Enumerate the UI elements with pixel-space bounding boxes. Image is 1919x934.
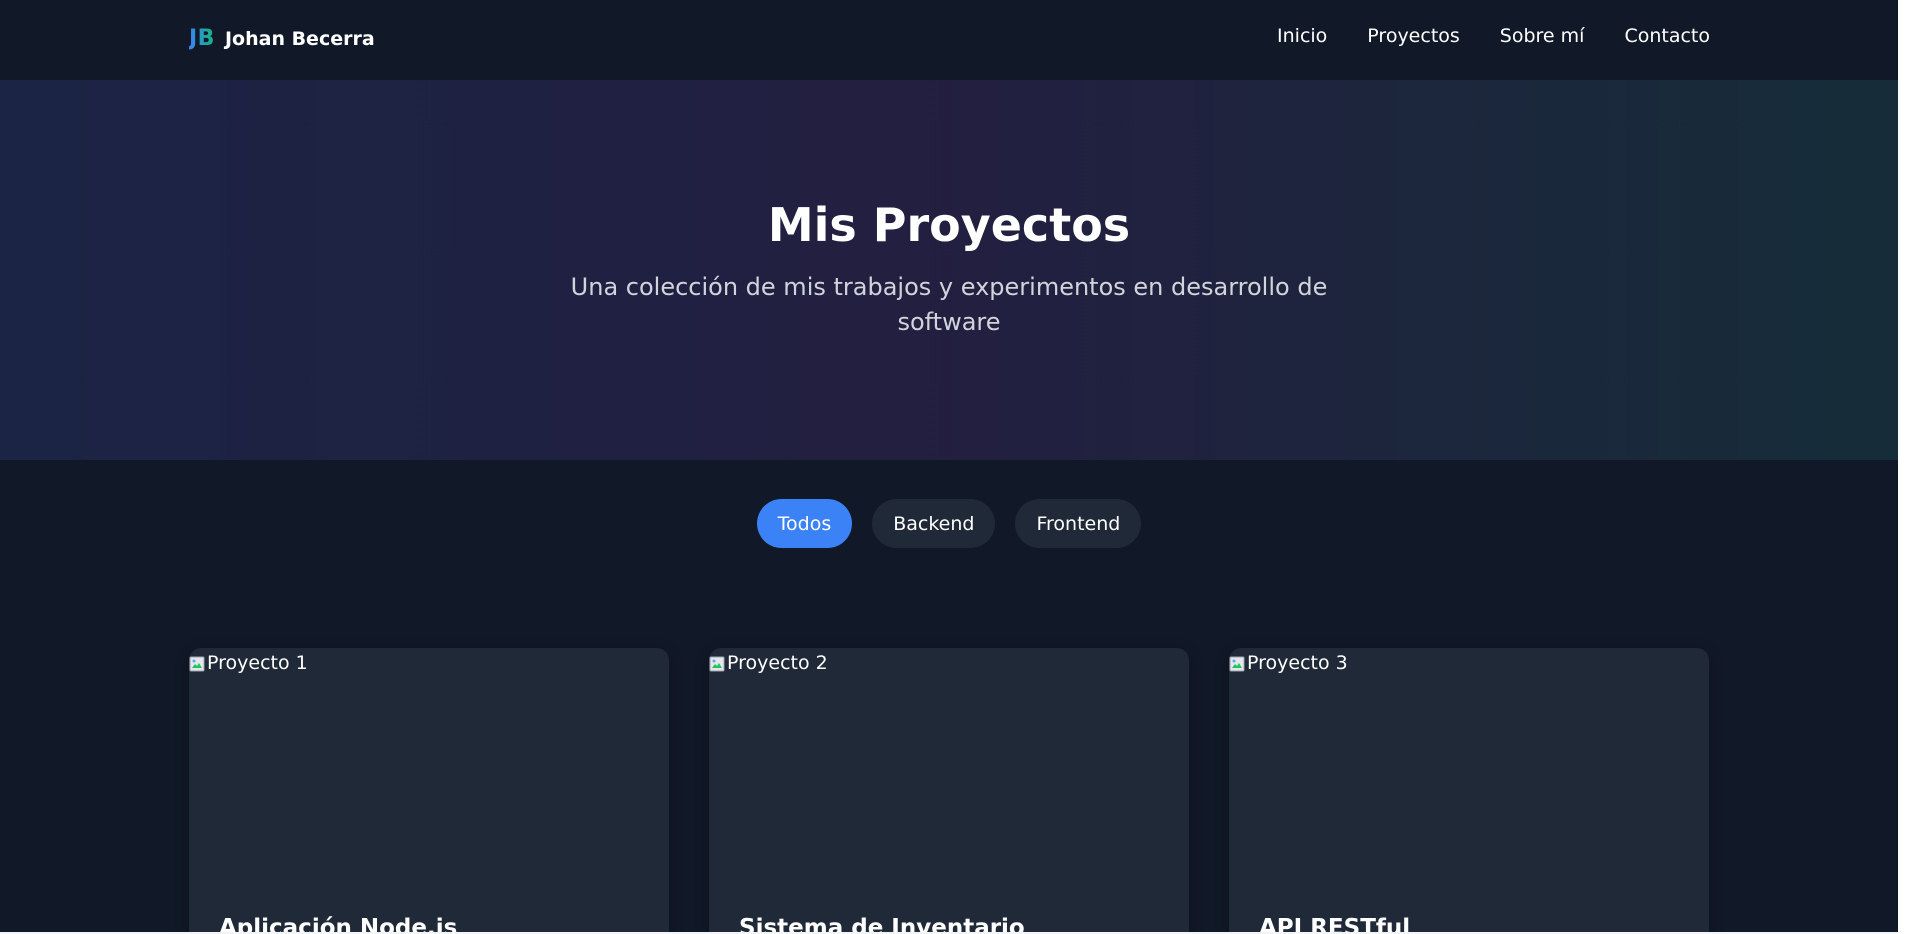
project-card[interactable]: Proyecto 2 Sistema de Inventario (709, 648, 1189, 932)
project-image-alt: Proyecto 1 (207, 652, 308, 674)
project-image-alt: Proyecto 3 (1247, 652, 1348, 674)
project-title: Sistema de Inventario (739, 915, 1025, 932)
navbar: JB Johan Becerra Inicio Proyectos Sobre … (0, 0, 1898, 80)
brand-link[interactable]: JB Johan Becerra (189, 26, 375, 51)
filter-todos-button[interactable]: Todos (756, 499, 853, 548)
vertical-scrollbar[interactable] (1898, 0, 1919, 934)
project-filters: Todos Backend Frontend (0, 499, 1898, 548)
project-image-alt: Proyecto 2 (727, 652, 828, 674)
broken-image-icon (189, 656, 205, 672)
project-title: Aplicación Node.js (219, 915, 458, 932)
hero-section: Mis Proyectos Una colección de mis traba… (0, 80, 1898, 460)
project-image: Proyecto 3 (1229, 648, 1348, 678)
project-image: Proyecto 2 (709, 648, 828, 678)
nav-link-sobre-mi[interactable]: Sobre mí (1500, 25, 1585, 47)
nav-link-inicio[interactable]: Inicio (1277, 25, 1327, 47)
project-card[interactable]: Proyecto 1 Aplicación Node.js (189, 648, 669, 932)
project-title: API RESTful (1259, 915, 1411, 932)
brand-name: Johan Becerra (224, 27, 375, 50)
page-subtitle: Una colección de mis trabajos y experime… (570, 273, 1328, 336)
project-card[interactable]: Proyecto 3 API RESTful (1229, 648, 1709, 932)
project-grid: Proyecto 1 Aplicación Node.js Proyecto 2… (189, 648, 1709, 932)
filter-backend-button[interactable]: Backend (872, 499, 996, 548)
page: JB Johan Becerra Inicio Proyectos Sobre … (0, 0, 1898, 932)
filter-frontend-button[interactable]: Frontend (1015, 499, 1142, 548)
nav-link-contacto[interactable]: Contacto (1624, 25, 1710, 47)
nav-link-proyectos[interactable]: Proyectos (1367, 25, 1460, 47)
nav-links: Inicio Proyectos Sobre mí Contacto (1277, 25, 1710, 47)
project-image: Proyecto 1 (189, 648, 308, 678)
page-title: Mis Proyectos (767, 198, 1131, 252)
broken-image-icon (1229, 656, 1245, 672)
brand-logo: JB (189, 26, 215, 51)
broken-image-icon (709, 656, 725, 672)
